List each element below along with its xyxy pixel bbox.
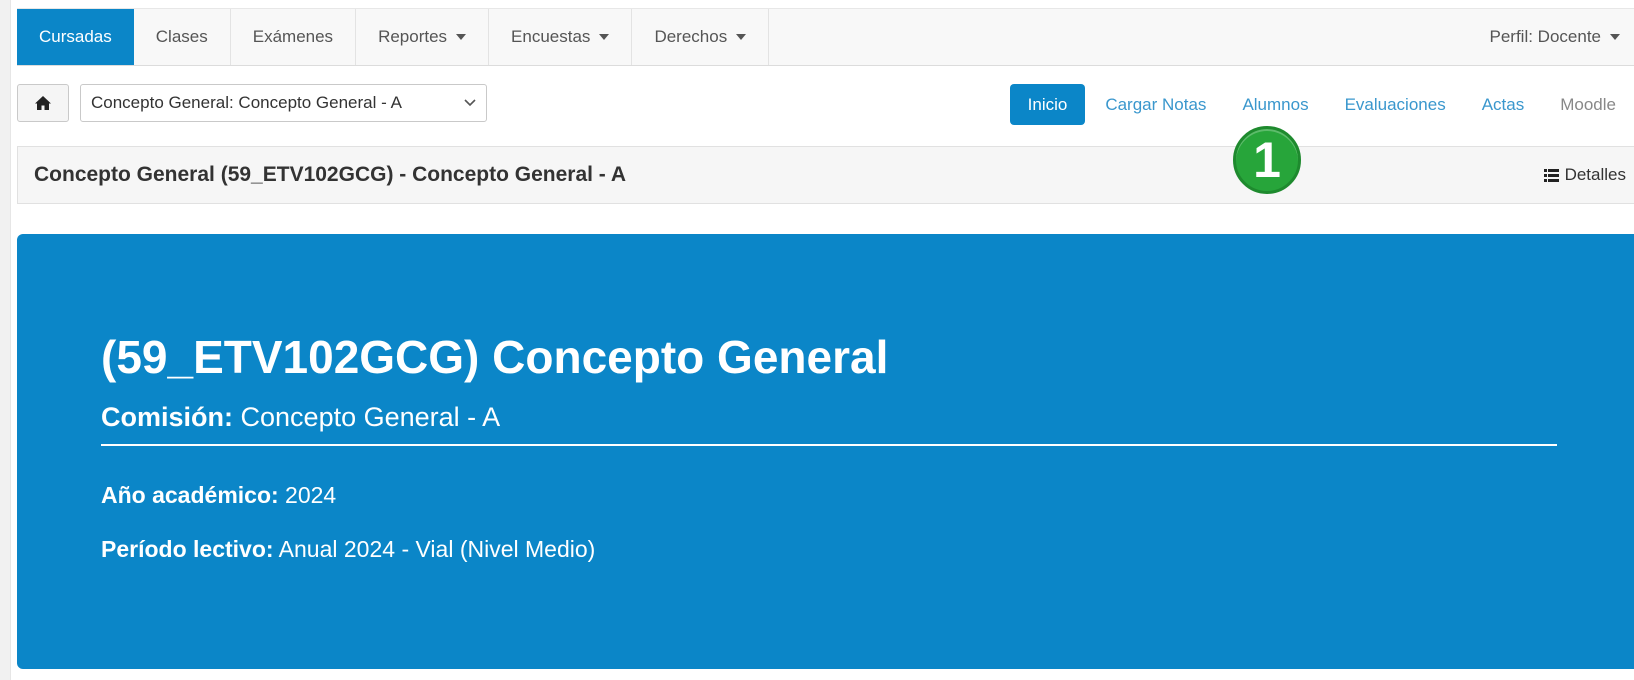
period-value: Anual 2024 - Vial (Nivel Medio) [278,536,596,562]
course-select[interactable]: Concepto General: Concepto General - A [80,84,487,122]
academic-year-label: Año académico: [101,482,279,508]
nav-tab-label: Encuestas [511,27,591,46]
pill-alumnos[interactable]: Alumnos [1224,84,1326,125]
pill-evaluaciones[interactable]: Evaluaciones [1327,84,1464,125]
nav-tab-encuestas[interactable]: Encuestas [489,9,633,65]
pill-label: Inicio [1027,94,1068,114]
nav-tab-label: Clases [155,27,208,46]
home-icon [35,96,51,110]
pill-label: Evaluaciones [1344,94,1446,114]
pill-label: Actas [1481,94,1525,114]
comision-line: Comisión: Concepto General - A [101,402,500,433]
profile-label: Perfil: Docente [1489,27,1602,46]
chevron-down-icon [464,99,476,107]
details-label: Detalles [1564,165,1626,184]
nav-tab-derechos[interactable]: Derechos [632,9,770,65]
course-nav-pills: Inicio Cargar Notas Alumnos Evaluaciones… [1009,84,1634,125]
course-title-bar: Concepto General (59_ETV102GCG) - Concep… [17,146,1634,204]
caret-down-icon [1610,34,1620,40]
pill-cargar-notas[interactable]: Cargar Notas [1087,84,1224,125]
nav-tab-label: Derechos [654,27,728,46]
caret-down-icon [736,34,747,40]
caret-down-icon [456,34,467,40]
pill-actas[interactable]: Actas [1464,84,1543,125]
pill-moodle[interactable]: Moodle [1542,84,1634,125]
academic-year-line: Año académico: 2024 [101,482,336,509]
pill-inicio[interactable]: Inicio [1009,84,1086,125]
pill-label: Alumnos [1242,94,1309,114]
left-rail [0,0,11,680]
list-icon [1543,168,1559,182]
nav-tab-label: Cursadas [39,27,112,46]
divider [101,444,1557,446]
nav-tab-clases[interactable]: Clases [134,9,231,65]
nav-tab-label: Exámenes [252,27,334,46]
nav-tab-label: Reportes [378,27,448,46]
period-label: Período lectivo: [101,536,274,562]
pill-label: Cargar Notas [1105,94,1207,114]
page-title: Concepto General (59_ETV102GCG) - Concep… [34,163,627,186]
step-number-badge: 1 [1233,126,1301,194]
course-hero-title: (59_ETV102GCG) Concepto General [101,331,889,383]
details-button[interactable]: Detalles [1543,165,1634,185]
comision-value: Concepto General - A [240,402,501,432]
academic-year-value: 2024 [285,482,337,508]
badge-number: 1 [1253,132,1281,188]
pill-label: Moodle [1560,94,1616,114]
period-line: Período lectivo: Anual 2024 - Vial (Nive… [101,536,595,563]
caret-down-icon [599,34,610,40]
top-navbar: Cursadas Clases Exámenes Reportes Encues… [17,8,1634,66]
profile-dropdown[interactable]: Perfil: Docente [1468,9,1634,65]
nav-tab-reportes[interactable]: Reportes [356,9,490,65]
home-button[interactable] [17,84,69,122]
course-select-value: Concepto General: Concepto General - A [91,93,402,112]
nav-tab-examenes[interactable]: Exámenes [231,9,357,65]
comision-label: Comisión: [101,402,233,432]
course-hero-panel: (59_ETV102GCG) Concepto General Comisión… [17,234,1634,669]
nav-tab-cursadas[interactable]: Cursadas [17,9,134,65]
